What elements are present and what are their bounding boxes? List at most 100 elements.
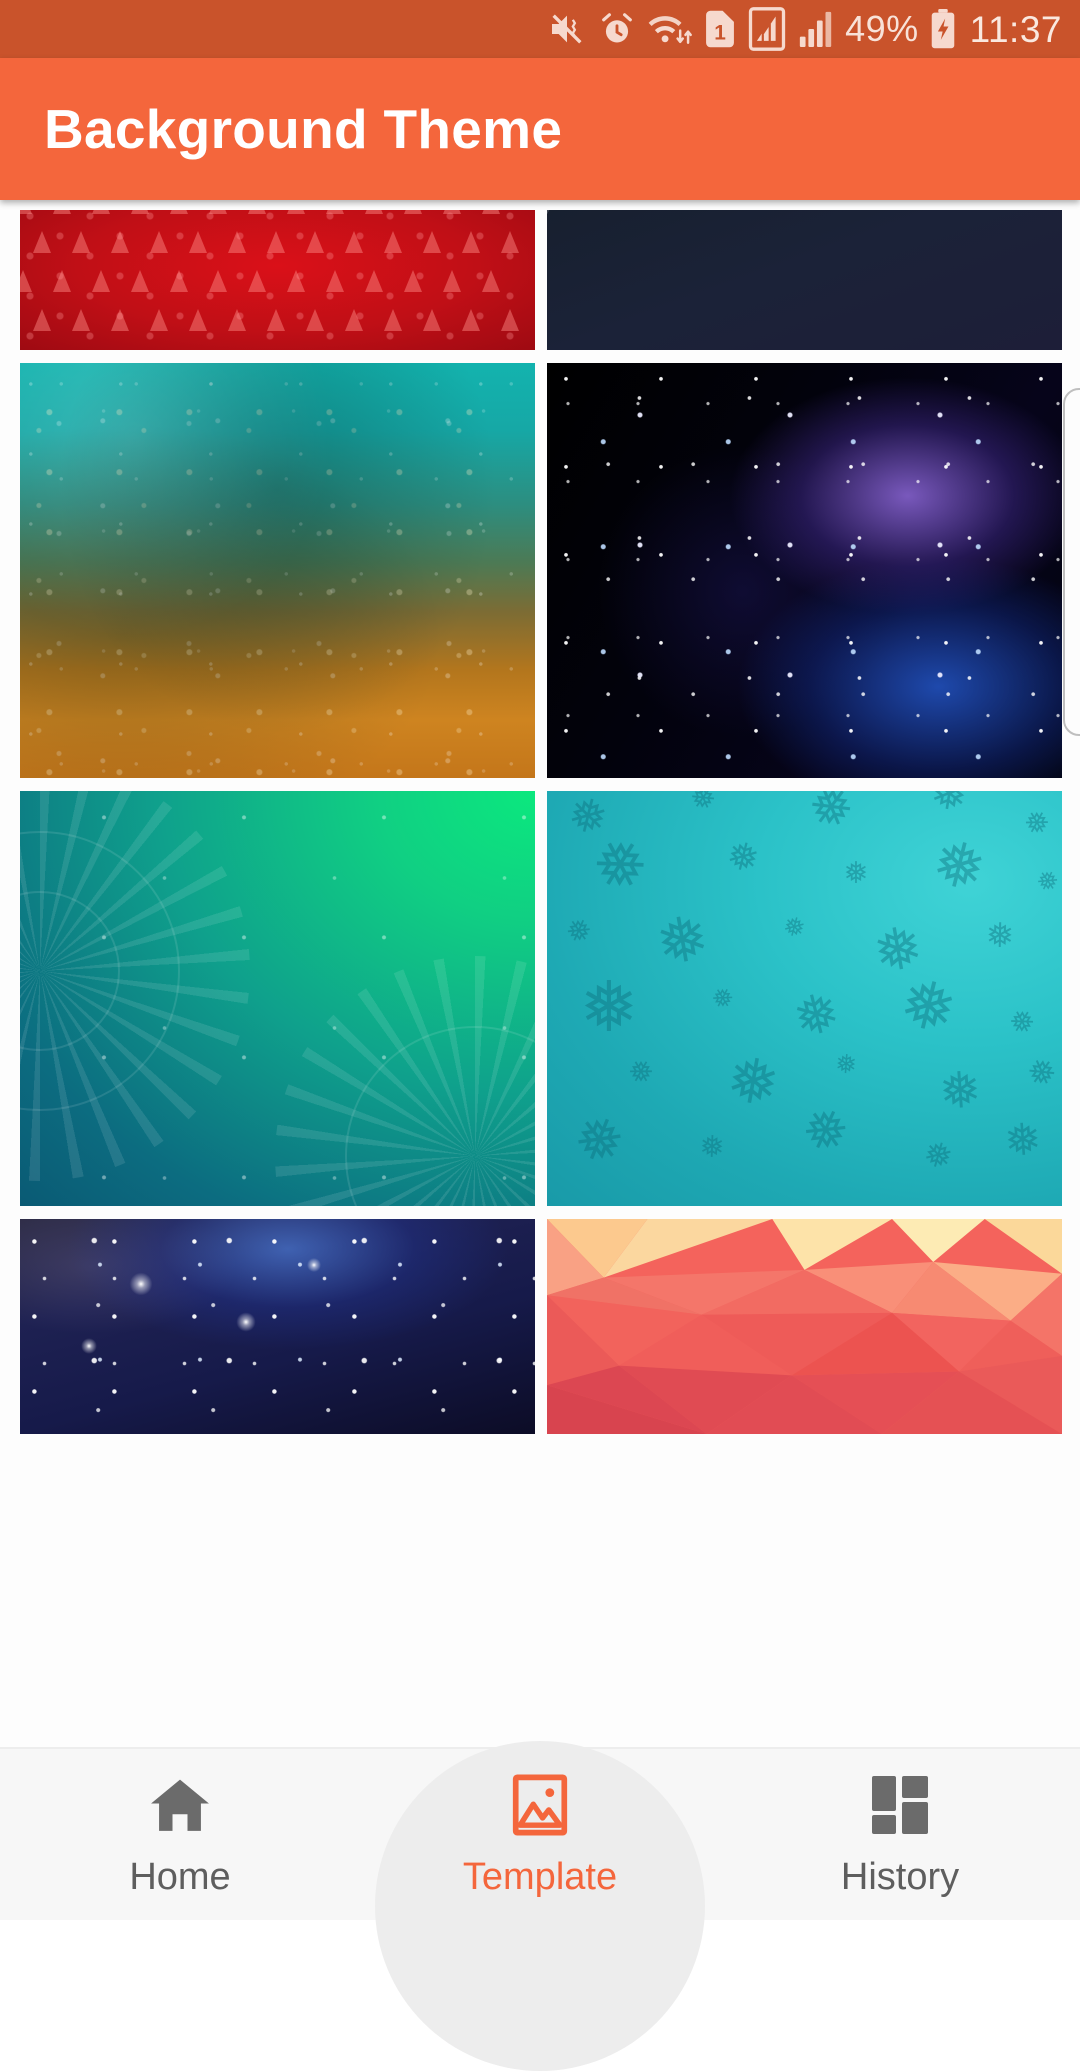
bright-star-3 xyxy=(80,1337,98,1355)
svg-text:1: 1 xyxy=(714,21,726,44)
snowflake-glyph: ❅ xyxy=(892,962,965,1051)
snowflake-glyph: ❅ xyxy=(919,1133,958,1180)
snowflake-glyph: ❅ xyxy=(833,1049,858,1081)
wifi-transfer-icon xyxy=(647,10,693,48)
status-bar: 1 49% 11:37 xyxy=(0,0,1080,58)
christmas-tree-glyph xyxy=(365,210,383,214)
snowflake-glyph: ❅ xyxy=(1030,864,1062,901)
christmas-tree-glyph xyxy=(443,210,461,214)
christmas-tree-glyph xyxy=(384,231,402,253)
christmas-tree-glyph xyxy=(267,309,285,331)
christmas-tree-glyph xyxy=(248,210,266,214)
snowflake-glyph: ❅ xyxy=(1018,1048,1062,1098)
christmas-tree-glyph xyxy=(384,309,402,331)
snowflake-pattern: ❅ ❅ ❅ ❅ ❅ ❅ ❅ ❅ ❅ ❅ ❅ ❅ ❅ ❅ ❅ ❅ ❅ ❅ ❅ ❅ ❅ ❅ ❅ ❅ ❅ ❅ ❅ ❅ ❅ ❅ xyxy=(547,791,1062,1206)
app-bar: Background Theme xyxy=(0,58,1080,200)
snowflake-glyph: ❅ xyxy=(559,910,597,953)
snowflake-glyph: ❅ xyxy=(1017,802,1056,846)
theme-grid-scroll-area[interactable]: ❅ ❅ ❅ ❅ ❅ ❅ ❅ ❅ ❅ ❅ ❅ ❅ ❅ ❅ ❅ ❅ ❅ ❅ ❅ ❅ ❅ ❅ ❅ ❅ ❅ ❅ ❅ ❅ ❅ ❅ xyxy=(0,200,1080,1747)
christmas-tree-glyph xyxy=(72,309,90,331)
christmas-tree-glyph xyxy=(404,210,422,214)
nav-item-home[interactable]: Home xyxy=(0,1749,360,1920)
snowflake-glyph: ❅ xyxy=(925,823,994,907)
theme-thumbnail-purple-blue-galaxy-nebula[interactable] xyxy=(547,363,1062,778)
christmas-tree-glyph xyxy=(131,270,149,292)
christmas-tree-glyph xyxy=(189,309,207,331)
snowflake-glyph: ❅ xyxy=(579,965,639,1048)
christmas-tree-glyph xyxy=(209,210,227,214)
bottom-navigation-bar: Home Template History xyxy=(0,1741,1080,2071)
christmas-tree-glyph xyxy=(423,231,441,253)
christmas-tree-glyph xyxy=(345,231,363,253)
image-picture-icon xyxy=(510,1774,570,1836)
alarm-clock-icon xyxy=(598,10,636,48)
snowflake-glyph: ❅ xyxy=(721,1040,786,1122)
nav-label-history: History xyxy=(840,1855,960,1898)
christmas-tree-glyph xyxy=(170,270,188,292)
christmas-tree-glyph xyxy=(53,270,71,292)
christmas-tree-glyph xyxy=(462,309,480,331)
nav-label-home: Home xyxy=(129,1855,231,1898)
snowflake-glyph: ❅ xyxy=(698,1129,725,1166)
christmas-tree-glyph xyxy=(423,309,441,331)
snowflake-glyph: ❅ xyxy=(779,910,809,946)
christmas-tree-glyph xyxy=(53,210,71,214)
nav-item-history[interactable]: History xyxy=(720,1749,1080,1920)
christmas-tree-glyph xyxy=(189,231,207,253)
christmas-tree-glyph xyxy=(209,270,227,292)
page-title: Background Theme xyxy=(44,98,563,160)
theme-grid: ❅ ❅ ❅ ❅ ❅ ❅ ❅ ❅ ❅ ❅ ❅ ❅ ❅ ❅ ❅ ❅ ❅ ❅ ❅ ❅ ❅ ❅ ❅ ❅ ❅ ❅ ❅ ❅ ❅ ❅ xyxy=(0,200,1080,1434)
christmas-tree-glyph xyxy=(72,231,90,253)
snowflake-glyph: ❅ xyxy=(794,791,866,845)
christmas-tree-glyph xyxy=(482,270,500,292)
christmas-tree-glyph xyxy=(20,210,32,214)
christmas-tree-glyph xyxy=(501,309,519,331)
christmas-tree-glyph xyxy=(267,231,285,253)
bright-star-2 xyxy=(235,1311,257,1333)
snowflake-glyph: ❅ xyxy=(926,791,971,823)
snowflake-glyph: ❅ xyxy=(620,1051,660,1095)
christmas-tree-glyph xyxy=(326,270,344,292)
christmas-tree-glyph xyxy=(20,270,32,292)
christmas-tree-glyph xyxy=(92,210,110,214)
theme-thumbnail-teal-green-mandala[interactable] xyxy=(20,791,535,1206)
snowflake-glyph: ❅ xyxy=(721,832,764,883)
christmas-tree-glyph xyxy=(482,210,500,214)
side-panel-edge[interactable] xyxy=(1063,388,1080,736)
theme-thumbnail-teal-orange-grunge-texture[interactable] xyxy=(20,363,535,778)
christmas-tree-glyph xyxy=(345,309,363,331)
christmas-tree-glyph xyxy=(462,231,480,253)
snowflake-glyph: ❅ xyxy=(923,1056,995,1124)
dashboard-grid-icon xyxy=(872,1774,928,1836)
battery-charging-icon xyxy=(930,9,956,49)
snowflake-glyph: ❅ xyxy=(989,1109,1053,1169)
christmas-tree-glyph xyxy=(287,210,305,214)
theme-thumbnail-turquoise-snowflake-pattern[interactable]: ❅ ❅ ❅ ❅ ❅ ❅ ❅ ❅ ❅ ❅ ❅ ❅ ❅ ❅ ❅ ❅ ❅ ❅ ❅ ❅ ❅ ❅ ❅ ❅ ❅ ❅ ❅ ❅ ❅ ❅ xyxy=(547,791,1062,1206)
snowflake-glyph: ❅ xyxy=(843,856,869,891)
christmas-tree-glyph xyxy=(150,309,168,331)
christmas-tree-glyph xyxy=(248,270,266,292)
christmas-tree-glyph xyxy=(111,309,129,331)
signal-bars-icon xyxy=(798,10,834,48)
snowflake-glyph: ❅ xyxy=(563,1098,634,1181)
christmas-tree-glyph xyxy=(287,270,305,292)
snowflake-glyph: ❅ xyxy=(776,976,854,1053)
theme-thumbnail-red-christmas-tree-pattern[interactable] xyxy=(20,210,535,350)
mobile-data-icon xyxy=(747,7,787,51)
christmas-tree-glyph xyxy=(326,210,344,214)
low-poly-triangles xyxy=(547,1219,1062,1434)
mute-vibrate-icon xyxy=(547,9,587,49)
christmas-tree-glyph xyxy=(404,270,422,292)
sim-card-icon: 1 xyxy=(704,9,736,49)
christmas-tree-glyph xyxy=(111,231,129,253)
bright-star-4 xyxy=(306,1257,322,1273)
theme-thumbnail-blue-starfield[interactable] xyxy=(20,1219,535,1434)
snowflake-glyph: ❅ xyxy=(791,1092,859,1169)
snowflake-glyph: ❅ xyxy=(1001,1001,1041,1045)
battery-percent-label: 49% xyxy=(845,8,919,49)
nav-item-template[interactable]: Template xyxy=(360,1741,720,2071)
theme-thumbnail-coral-low-poly-triangles[interactable] xyxy=(547,1219,1062,1434)
christmas-tree-glyph xyxy=(501,231,519,253)
snowflake-glyph: ❅ xyxy=(636,896,726,984)
theme-thumbnail-dark-navy-diagonal-streaks[interactable] xyxy=(547,210,1062,350)
